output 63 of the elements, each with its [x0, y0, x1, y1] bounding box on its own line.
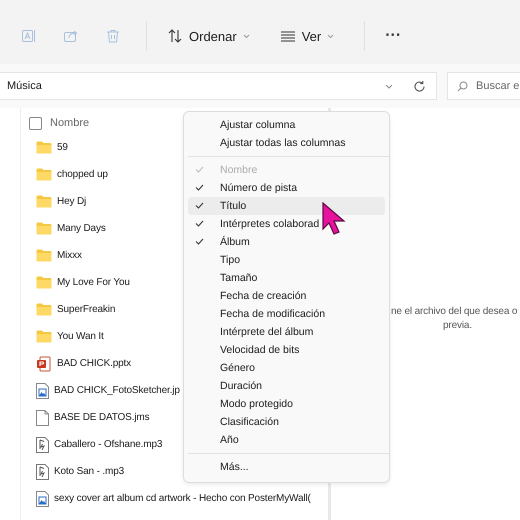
search-icon [457, 81, 468, 92]
file-name[interactable]: Koto San - .mp3 [54, 466, 124, 477]
file-name[interactable]: Many Days [57, 223, 106, 234]
column-menu-item[interactable]: Modo protegido [188, 395, 385, 413]
chevron-down-icon [327, 34, 334, 38]
file-name[interactable]: BASE DE DATOS.jms [54, 412, 150, 423]
folder-icon [36, 303, 52, 316]
select-all-checkbox[interactable] [29, 116, 42, 130]
menu-item[interactable]: Ajustar columna [188, 116, 385, 134]
column-menu-item[interactable]: Género [188, 359, 385, 377]
more-button[interactable]: ··· [379, 23, 408, 49]
image-file-icon [36, 490, 49, 506]
column-menu-item[interactable]: Duración [188, 377, 385, 395]
file-name[interactable]: You Wan It [57, 331, 104, 342]
file-icon [36, 410, 49, 426]
file-name[interactable]: chopped up [57, 169, 108, 180]
folder-icon [36, 141, 52, 154]
file-name[interactable]: Caballero - Ofshane.mp3 [54, 439, 162, 450]
audio-file-icon [36, 464, 49, 480]
folder-icon [36, 195, 52, 208]
sort-button[interactable]: Ordenar [161, 24, 256, 48]
chevron-down-icon [242, 34, 250, 38]
column-menu-item[interactable]: Número de pista [188, 179, 385, 197]
mouse-pointer-icon [322, 202, 348, 236]
column-menu-item[interactable]: Intérprete del álbum [188, 323, 385, 341]
presentation-file-icon [36, 356, 52, 372]
folder-icon [36, 168, 52, 181]
file-name[interactable]: Hey Dj [57, 196, 86, 207]
column-menu-item[interactable]: Título [188, 197, 385, 215]
menu-item[interactable]: Ajustar todas las columnas [188, 134, 385, 152]
column-menu-item[interactable]: Fecha de modificación [188, 305, 385, 323]
view-button[interactable]: Ver [274, 24, 340, 48]
folder-icon [36, 249, 52, 262]
refresh-icon[interactable] [413, 80, 426, 92]
folder-icon [36, 330, 52, 343]
column-menu-item[interactable]: Clasificación [188, 413, 385, 431]
file-name[interactable]: BAD CHICK.pptx [57, 358, 132, 369]
menu-item[interactable]: Más... [188, 458, 385, 476]
column-menu-item[interactable]: Álbum [188, 233, 385, 251]
file-name[interactable]: BAD CHICK_FotoSketcher.jp [54, 385, 180, 396]
column-header[interactable]: Nombre [50, 117, 90, 129]
file-name[interactable]: 59 [57, 142, 68, 153]
preview-message: ne el archivo del que desea o [391, 305, 518, 319]
address-bar[interactable]: Música [0, 72, 437, 100]
search-field[interactable]: Buscar e [447, 72, 520, 100]
column-menu-item[interactable]: Tamaño [188, 269, 385, 287]
file-name[interactable]: My Love For You [57, 277, 130, 288]
preview-message: previa. [443, 319, 472, 333]
audio-file-icon [36, 436, 49, 452]
image-file-icon [36, 382, 49, 398]
column-menu-item[interactable]: Velocidad de bits [188, 341, 385, 359]
column-menu-item[interactable]: Fecha de creación [188, 287, 385, 305]
folder-icon [36, 276, 52, 289]
sort-icon [167, 28, 183, 44]
folder-icon [36, 222, 52, 235]
lines-icon [280, 30, 296, 42]
file-name[interactable]: sexy cover art album cd artwork - Hecho con PosterMyWall( [54, 493, 311, 504]
file-name[interactable]: Mixxx [57, 250, 82, 261]
column-menu-item[interactable]: Año [188, 431, 385, 449]
column-menu-item[interactable]: Tipo [188, 251, 385, 269]
file-name[interactable]: SuperFreakin [57, 304, 116, 315]
chevron-down-icon[interactable] [385, 84, 393, 88]
column-menu-item[interactable]: Intérpretes colaborad [188, 215, 385, 233]
